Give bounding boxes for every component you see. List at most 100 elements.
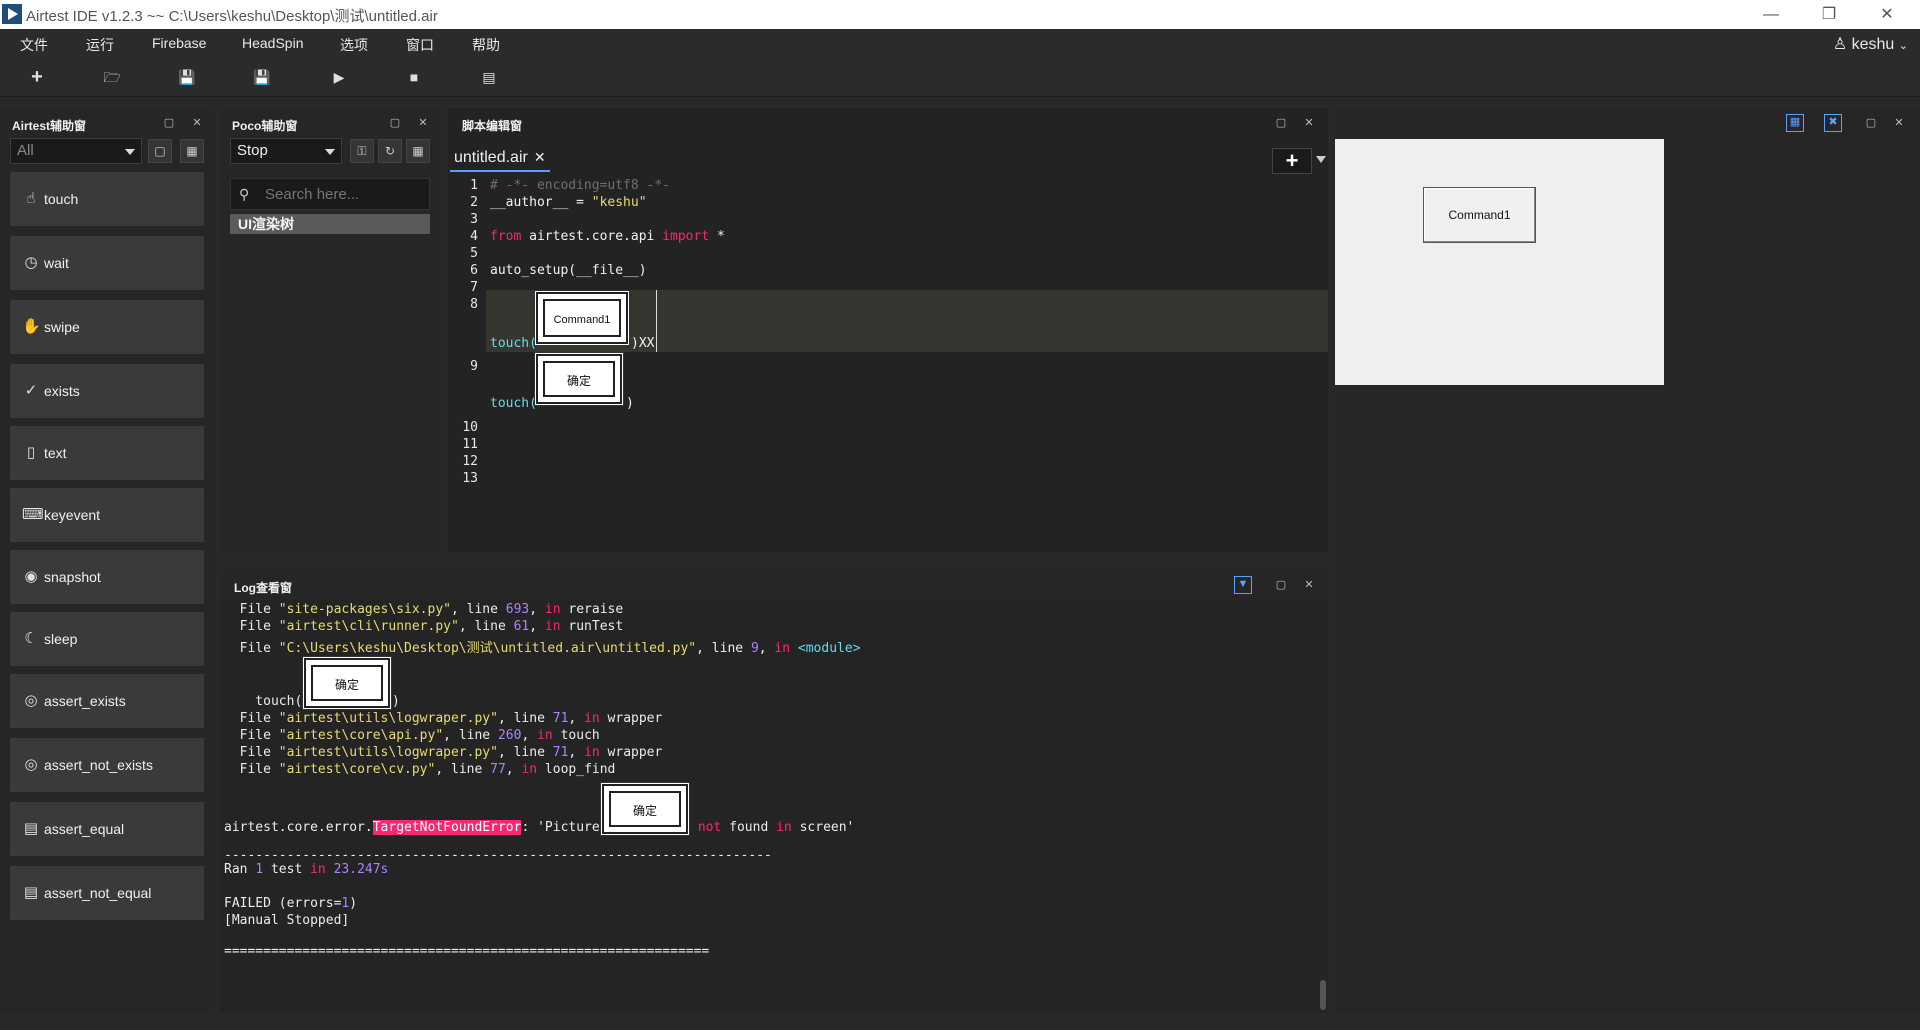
- tab-close-icon[interactable]: ✕: [534, 149, 546, 165]
- refresh-icon[interactable]: ↻: [378, 139, 402, 163]
- moon-icon: ☾: [24, 630, 38, 647]
- airtest-logo-icon: [2, 4, 22, 24]
- tools-icon[interactable]: ✖: [1824, 114, 1842, 132]
- keyevent-button[interactable]: ⌨ keyevent: [10, 488, 204, 542]
- button-label: touch: [44, 191, 79, 207]
- log-scrollbar[interactable]: [1320, 980, 1326, 1010]
- menu-run[interactable]: 运行: [86, 35, 114, 55]
- minimize-button[interactable]: —: [1748, 0, 1794, 29]
- stop-icon[interactable]: ■: [401, 65, 427, 89]
- touch-button[interactable]: ☝ touch: [10, 172, 204, 226]
- user-icon: ♙: [1832, 36, 1848, 53]
- device-panel: ▦ ✖ ▢ ✕ Command1: [1334, 108, 1920, 1013]
- line-number: 5: [470, 246, 478, 261]
- device-command1-button[interactable]: Command1: [1423, 187, 1536, 243]
- swipe-button[interactable]: ✋ swipe: [10, 300, 204, 354]
- close-button[interactable]: ✕: [1864, 0, 1910, 29]
- panel-header: 脚本编辑窗 ▢ ✕: [448, 108, 1328, 138]
- float-icon[interactable]: ▢: [162, 116, 176, 130]
- code-token: touch(: [490, 396, 537, 411]
- line-number: 10: [462, 420, 478, 435]
- panel-header: Airtest辅助窗 ▢ ✕: [0, 108, 214, 138]
- line-number: 11: [462, 437, 478, 452]
- user-menu[interactable]: ♙ keshu ⌄: [1833, 34, 1908, 54]
- assert-exists-button[interactable]: ◎ assert_exists: [10, 674, 204, 728]
- add-script-button[interactable]: +: [1272, 148, 1312, 174]
- save-as-icon[interactable]: 💾: [249, 65, 275, 89]
- code-token: )XX: [631, 336, 655, 351]
- open-folder-icon[interactable]: 🗁: [99, 65, 125, 89]
- image-label: 确定: [311, 665, 383, 701]
- close-icon[interactable]: ✕: [190, 116, 204, 130]
- button-label: exists: [44, 383, 80, 399]
- filter-icon[interactable]: ▼: [1234, 576, 1252, 594]
- exists-button[interactable]: ✓ exists: [10, 364, 204, 418]
- layout-icon[interactable]: ▦: [1786, 114, 1804, 132]
- log-panel: Log查看窗 ▼ ▢ ✕ File "site-packages\six.py"…: [220, 570, 1328, 1013]
- restore-button[interactable]: ❐: [1806, 0, 1852, 29]
- template-image-command1[interactable]: Command1: [536, 292, 628, 344]
- lock-icon[interactable]: ⚿: [350, 139, 374, 163]
- panel-title: Airtest辅助窗: [12, 119, 87, 133]
- record-icon[interactable]: ▦: [406, 139, 430, 163]
- ui-tree-root[interactable]: UI渲染树: [230, 214, 430, 234]
- record-icon[interactable]: ▢: [148, 139, 172, 163]
- line-number: 1: [470, 178, 478, 193]
- close-icon[interactable]: ✕: [1302, 578, 1316, 592]
- snapshot-button[interactable]: ◉ snapshot: [10, 550, 204, 604]
- run-icon[interactable]: ▶: [326, 65, 352, 89]
- float-icon[interactable]: ▢: [1274, 578, 1288, 592]
- log-icon[interactable]: ▤: [476, 65, 502, 89]
- chevron-down-icon: [125, 149, 135, 155]
- template-image-confirm[interactable]: 确定: [536, 354, 622, 404]
- log-output[interactable]: File "site-packages\six.py", line 693, i…: [220, 600, 1328, 1013]
- assert-not-exists-button[interactable]: ◎ assert_not_exists: [10, 738, 204, 792]
- chevron-down-icon[interactable]: [1316, 156, 1326, 163]
- save-icon[interactable]: 💾: [174, 65, 200, 89]
- button-label: keyevent: [44, 507, 101, 523]
- menu-help[interactable]: 帮助: [472, 35, 500, 55]
- sleep-button[interactable]: ☾ sleep: [10, 612, 204, 666]
- close-icon[interactable]: ✕: [1302, 116, 1316, 130]
- new-file-icon[interactable]: +: [24, 65, 50, 89]
- error-line: airtest.core.error.TargetNotFoundError: …: [224, 820, 608, 835]
- close-icon[interactable]: ✕: [1892, 116, 1906, 130]
- device-screen[interactable]: Command1: [1335, 139, 1664, 385]
- menu-window[interactable]: 窗口: [406, 35, 434, 55]
- log-image-confirm: 确定: [304, 658, 390, 708]
- keyboard-icon: ⌨: [22, 506, 44, 523]
- database-icon: ▤: [23, 820, 39, 837]
- log-line: File "airtest\utils\logwraper.py", line …: [224, 711, 663, 726]
- assert-not-equal-button[interactable]: ▤ assert_not_equal: [10, 866, 204, 920]
- menu-file[interactable]: 文件: [20, 35, 48, 55]
- code-area[interactable]: 1 2 3 4 5 6 7 8 9 10 11 12 13 # -*- enco…: [448, 174, 1328, 552]
- log-line: File "airtest\core\api.py", line 260, in…: [224, 728, 600, 743]
- search-input[interactable]: [265, 183, 425, 205]
- close-icon[interactable]: ✕: [416, 116, 430, 130]
- menu-bar: 文件 运行 Firebase HeadSpin 选项 窗口 帮助 ♙ keshu…: [0, 29, 1920, 57]
- poco-mode-dropdown[interactable]: Stop: [230, 138, 342, 164]
- wait-button[interactable]: ◷ wait: [10, 236, 204, 290]
- text-button[interactable]: ▯ text: [10, 426, 204, 480]
- log-image-confirm-error: 确定: [602, 784, 688, 834]
- line-number: 8: [470, 297, 478, 312]
- button-label: assert_equal: [44, 821, 125, 837]
- button-label: swipe: [44, 319, 80, 335]
- filter-value: All: [17, 142, 34, 159]
- log-separator: ----------------------------------------…: [224, 848, 772, 863]
- float-icon[interactable]: ▢: [1274, 116, 1288, 130]
- float-icon[interactable]: ▢: [1864, 116, 1878, 130]
- text-icon: ▯: [26, 444, 36, 461]
- menu-options[interactable]: 选项: [340, 35, 368, 55]
- menu-firebase[interactable]: Firebase: [152, 35, 206, 51]
- code-line: __author__ = "keshu": [490, 195, 647, 210]
- menu-headspin[interactable]: HeadSpin: [242, 35, 304, 51]
- float-icon[interactable]: ▢: [388, 116, 402, 130]
- assert-equal-button[interactable]: ▤ assert_equal: [10, 802, 204, 856]
- log-line: Ran 1 test in 23.247s: [224, 862, 389, 877]
- log-line: File "site-packages\six.py", line 693, i…: [224, 602, 624, 617]
- device-capture-icon[interactable]: ▦: [180, 139, 204, 163]
- filter-dropdown[interactable]: All: [10, 138, 142, 164]
- log-line: [Manual Stopped]: [224, 913, 350, 928]
- tab-untitled[interactable]: untitled.air ✕: [450, 148, 550, 172]
